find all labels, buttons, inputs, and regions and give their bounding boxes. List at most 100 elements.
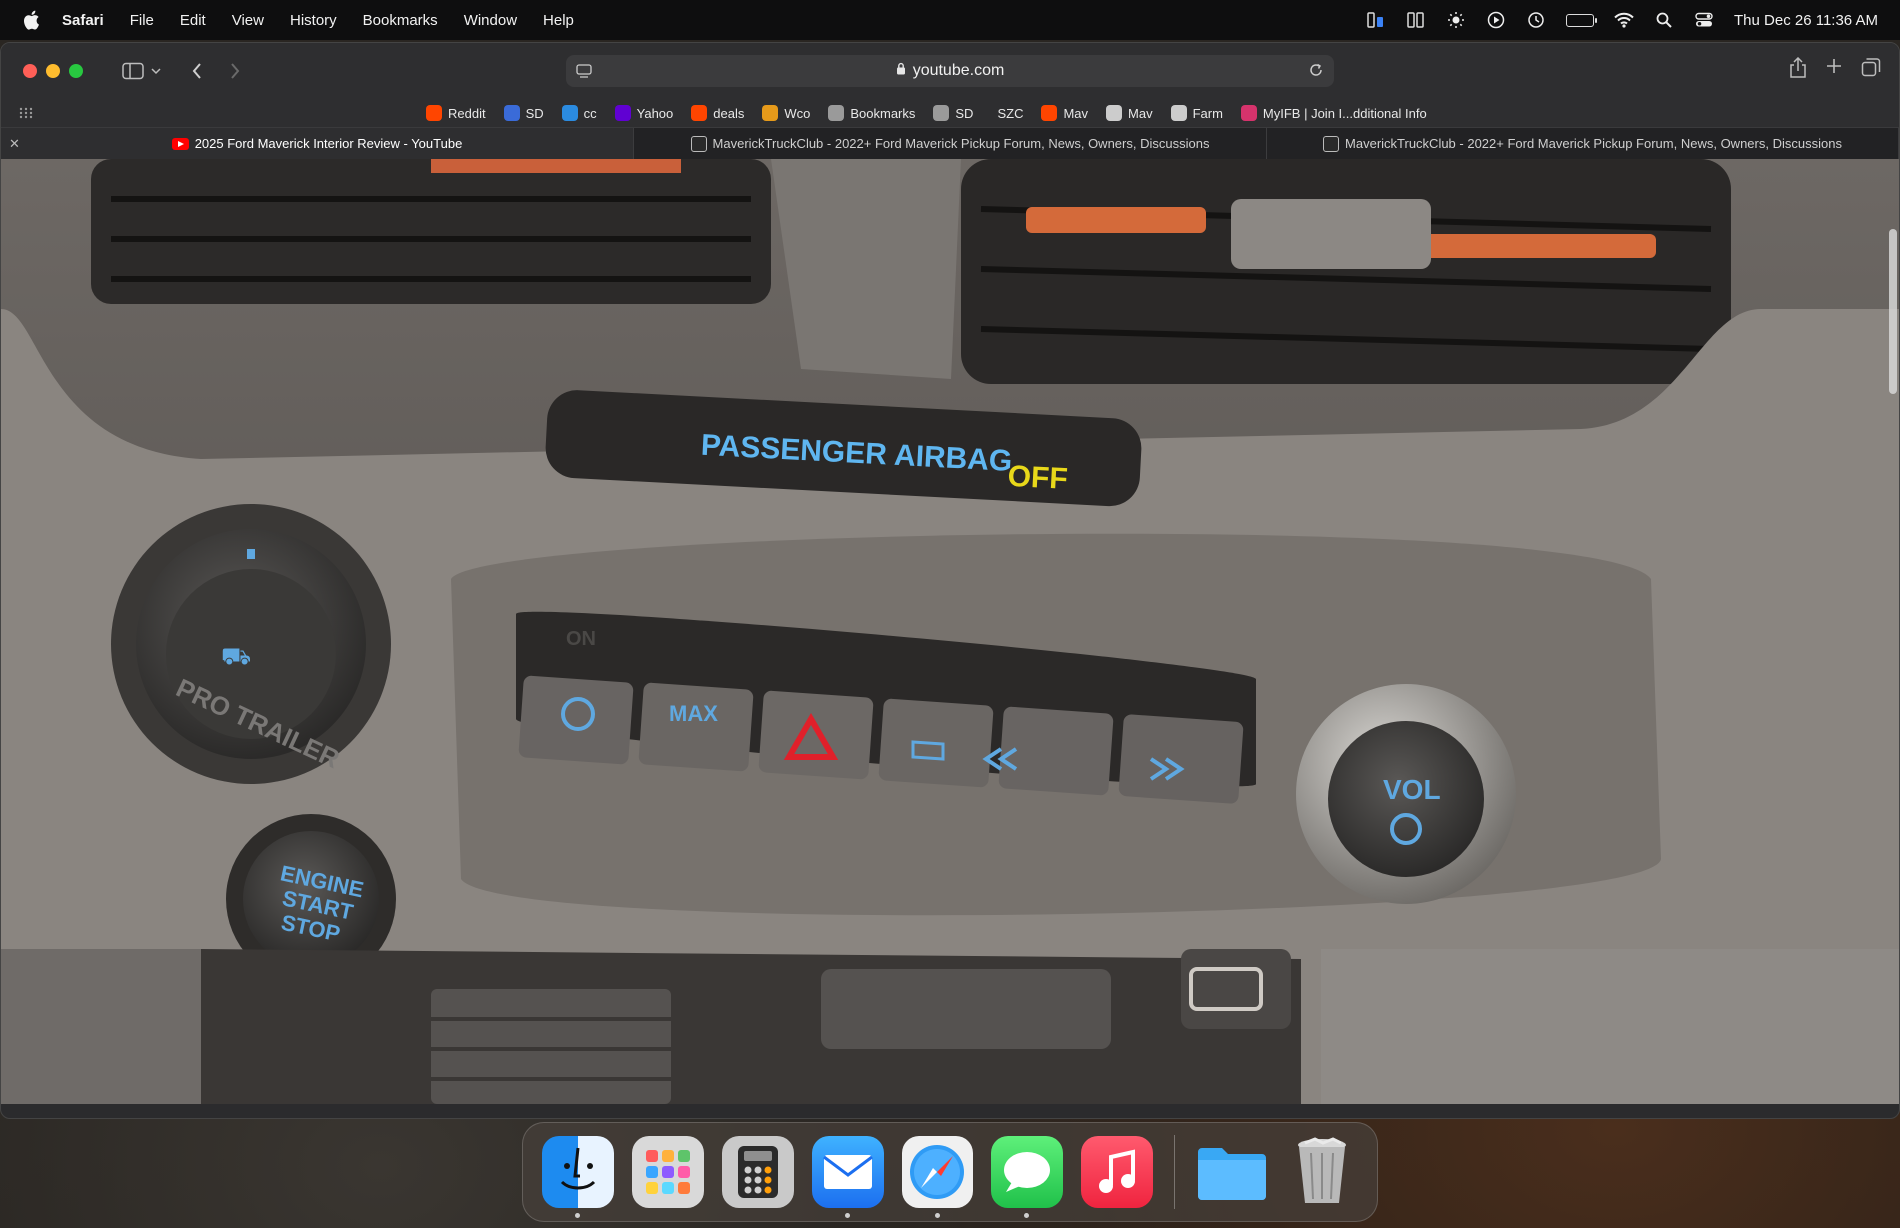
bookmarks-bar: Reddit SD cc Yahoo deals Wco Bookmarks SD SZC Mav… [1, 99, 1899, 127]
tab-title: MaverickTruckClub - 2022+ Ford Maverick … [712, 136, 1210, 151]
favicon-icon [1170, 105, 1187, 121]
finder-icon[interactable] [542, 1136, 614, 1218]
window-controls [23, 64, 83, 78]
tab-youtube[interactable]: ✕ 2025 Ford Maverick Interior Review - Y… [1, 128, 634, 159]
tab-maverick-1[interactable]: MaverickTruckClub - 2022+ Ford Maverick … [634, 128, 1267, 159]
folder-icon [828, 105, 845, 121]
bookmark-item[interactable]: Reddit [426, 105, 486, 121]
menu-view[interactable]: View [232, 12, 264, 29]
favicon-icon [1041, 105, 1058, 121]
bookmark-item[interactable]: Wco [762, 105, 810, 121]
reload-icon[interactable] [1308, 62, 1324, 83]
dock-separator [1174, 1135, 1176, 1209]
minimize-window-button[interactable] [46, 64, 60, 78]
brightness-icon[interactable] [1446, 11, 1466, 29]
bookmark-label: Mav [1063, 105, 1089, 121]
volume-label: VOL [1383, 774, 1441, 805]
now-playing-icon[interactable] [1486, 11, 1506, 29]
time-machine-icon[interactable] [1526, 11, 1546, 29]
messages-icon[interactable] [991, 1136, 1064, 1218]
bookmark-item[interactable]: SD [933, 105, 973, 121]
favicon-icon [1106, 105, 1123, 121]
menu-history[interactable]: History [290, 12, 337, 29]
bookmark-item[interactable]: SZC [991, 105, 1023, 121]
wifi-icon[interactable] [1614, 11, 1634, 29]
favicon-icon [614, 105, 631, 121]
bookmark-item[interactable]: cc [561, 105, 597, 121]
page-settings-icon[interactable] [576, 63, 592, 84]
bookmark-item[interactable]: SD [503, 105, 544, 121]
menu-help[interactable]: Help [543, 12, 574, 29]
folder-icon[interactable] [1196, 1136, 1268, 1208]
bookmark-item[interactable]: MyIFB | Join I...dditional Info [1240, 105, 1427, 121]
bookmark-label: Bookmarks [850, 105, 916, 121]
favicon-icon [1240, 105, 1257, 121]
bookmark-item[interactable]: Mav [1106, 105, 1153, 121]
grid-icon[interactable] [19, 107, 33, 122]
menu-window[interactable]: Window [464, 12, 517, 29]
control-center-icon[interactable] [1694, 11, 1714, 29]
bookmark-label: Reddit [448, 105, 486, 121]
running-indicator [1024, 1213, 1030, 1218]
bookmark-label: Farm [1192, 105, 1223, 121]
bookmark-label: SD [955, 105, 974, 121]
bookmark-label: SD [525, 105, 544, 121]
safari-toolbar: youtube.com [1, 43, 1899, 99]
youtube-icon [171, 137, 189, 150]
menubar-clock[interactable]: Thu Dec 26 11:36 AM [1734, 12, 1878, 29]
bookmark-item[interactable]: Bookmarks [828, 105, 915, 121]
new-tab-icon[interactable] [1825, 57, 1843, 84]
apple-icon[interactable] [22, 10, 40, 30]
running-indicator [934, 1213, 940, 1218]
toolbar-right [1789, 56, 1881, 84]
share-icon[interactable] [1789, 56, 1807, 84]
menu-app-name[interactable]: Safari [62, 12, 104, 29]
bookmark-label: cc [583, 105, 597, 121]
bookmark-label: Wco [784, 105, 811, 121]
trailer-icon: ⛟ [221, 643, 251, 670]
bookmark-list: Reddit SD cc Yahoo deals Wco Bookmarks SD SZC Mav… [426, 99, 1445, 127]
trash-icon[interactable] [1286, 1136, 1358, 1208]
safari-icon[interactable] [901, 1136, 974, 1218]
chevron-down-icon[interactable] [147, 57, 165, 85]
vertical-scrollbar[interactable] [1889, 229, 1897, 394]
bookmark-item[interactable]: Yahoo [614, 105, 674, 121]
tab-overview-icon[interactable] [1861, 57, 1881, 84]
close-tab-icon[interactable]: ✕ [9, 136, 20, 152]
max-defrost-label: MAX [669, 701, 718, 726]
bookmark-item[interactable]: deals [691, 105, 744, 121]
favicon-icon [426, 105, 442, 121]
bookmark-label: deals [713, 105, 745, 121]
forward-button[interactable] [221, 57, 249, 85]
status-area: Thu Dec 26 11:36 AM [1366, 11, 1878, 29]
tab-maverick-2[interactable]: MaverickTruckClub - 2022+ Ford Maverick … [1267, 128, 1899, 159]
site-icon [690, 135, 707, 152]
favicon-icon [762, 105, 779, 121]
menu-file[interactable]: File [130, 12, 154, 29]
menu-edit[interactable]: Edit [180, 12, 206, 29]
close-window-button[interactable] [23, 64, 37, 78]
phone-mirror-icon[interactable] [1406, 11, 1426, 29]
sidebar-toggle-icon[interactable] [119, 57, 147, 85]
launchpad-icon[interactable] [631, 1136, 704, 1208]
on-label: ON [566, 628, 596, 650]
safari-window: youtube.com Reddit SD cc Yahoo deals Wco Bookm… [0, 42, 1900, 1119]
battery-icon[interactable] [1566, 13, 1598, 27]
mail-icon[interactable] [811, 1136, 884, 1218]
back-button[interactable] [183, 57, 211, 85]
music-icon[interactable] [1081, 1136, 1154, 1208]
spotlight-search-icon[interactable] [1654, 11, 1674, 29]
menu-bookmarks[interactable]: Bookmarks [363, 12, 438, 29]
favicon-icon [933, 105, 950, 121]
address-bar[interactable]: youtube.com [566, 55, 1334, 87]
bookmark-item[interactable]: Farm [1170, 105, 1223, 121]
display-sync-icon[interactable] [1366, 11, 1386, 29]
calculator-icon[interactable] [721, 1136, 794, 1208]
zoom-window-button[interactable] [69, 64, 83, 78]
video-player[interactable]: PASSENGER AIRBAG OFF ON MAX ⛟ PRO TRAILE… [1, 159, 1899, 1104]
tab-title: MaverickTruckClub - 2022+ Ford Maverick … [1345, 136, 1842, 151]
bookmark-label: Mav [1128, 105, 1153, 121]
bookmark-item[interactable]: Mav [1041, 105, 1088, 121]
bookmark-label: Yahoo [636, 105, 674, 121]
lock-icon [896, 62, 906, 80]
